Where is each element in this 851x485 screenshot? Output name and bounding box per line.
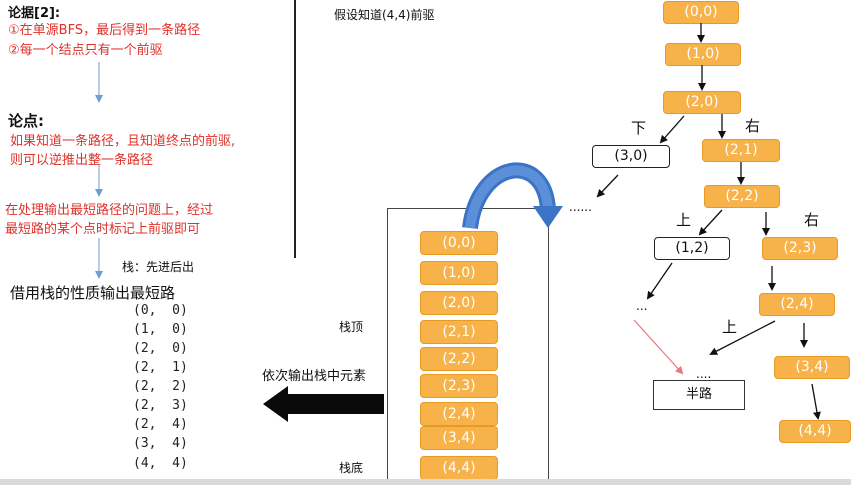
bottom-bar [0,479,851,485]
curve-arrow [462,162,563,230]
pop-arrow [263,386,384,422]
arrows-layer [95,23,821,422]
